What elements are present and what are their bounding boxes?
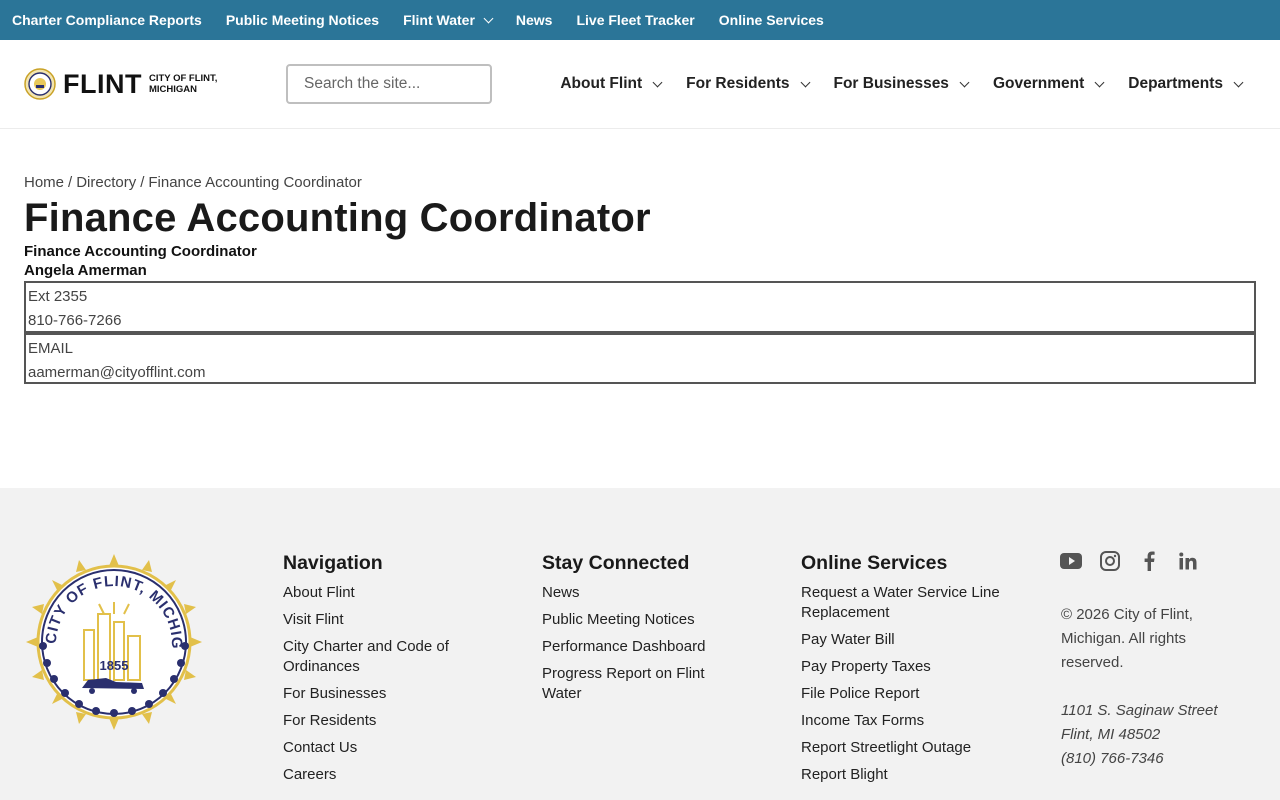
logo-subtitle-line1: CITY OF FLINT, xyxy=(148,73,218,84)
chevron-down-icon xyxy=(652,77,663,87)
address-city: Flint, MI 48502 xyxy=(1061,726,1161,743)
footer-link[interactable]: News xyxy=(542,583,742,603)
breadcrumb: Home / Directory / Finance Accounting Coordi… xyxy=(24,174,362,191)
footer-link[interactable]: Visit Flint xyxy=(283,610,483,630)
email-box: EMAIL aamerman@cityofflint.com xyxy=(24,333,1256,384)
breadcrumb-current: Finance Accounting Coordinator xyxy=(148,174,362,191)
address-street: 1101 S. Saginaw Street xyxy=(1061,702,1218,719)
topbar-link-news[interactable]: News xyxy=(516,12,553,28)
footer-link[interactable]: Pay Property Taxes xyxy=(801,657,1001,677)
nav-for-residents-label: For Residents xyxy=(686,75,790,92)
phone-extension: Ext 2355 xyxy=(28,288,88,305)
phone-number-link[interactable]: 810-766-7266 xyxy=(28,309,1254,333)
city-seal-logo: CITY OF FLINT, MICHIGAN 1855 xyxy=(24,552,202,730)
nav-about-flint[interactable]: About Flint xyxy=(560,75,663,93)
footer-link[interactable]: Income Tax Forms xyxy=(801,711,1001,731)
breadcrumb-directory[interactable]: Directory xyxy=(76,174,136,191)
footer-link[interactable]: Public Meeting Notices xyxy=(542,610,742,630)
chevron-down-icon xyxy=(483,13,494,23)
seal-year: 1855 xyxy=(100,658,129,673)
nav-departments[interactable]: Departments xyxy=(1128,75,1244,93)
nav-for-residents[interactable]: For Residents xyxy=(686,75,810,93)
footer-link[interactable]: Contact Us xyxy=(283,738,483,758)
linkedin-icon[interactable] xyxy=(1177,550,1199,572)
breadcrumb-separator: / xyxy=(140,174,145,191)
city-address: 1101 S. Saginaw Street Flint, MI 48502 (… xyxy=(1061,699,1261,771)
footer-link[interactable]: For Residents xyxy=(283,711,483,731)
footer-link[interactable]: Request a Water Service Line Replacement xyxy=(801,583,1001,623)
nav-government[interactable]: Government xyxy=(992,75,1105,93)
chevron-down-icon xyxy=(959,77,970,87)
city-seal-icon xyxy=(24,68,56,100)
chevron-down-icon xyxy=(1094,77,1105,87)
footer-link[interactable]: Careers xyxy=(283,765,483,785)
footer-online-services-heading: Online Services xyxy=(801,552,948,574)
footer-link[interactable]: City Charter and Code of Ordinances xyxy=(283,637,483,677)
position-title: Finance Accounting Coordinator xyxy=(24,243,257,260)
footer-stay-connected-heading: Stay Connected xyxy=(542,552,690,574)
footer-link[interactable]: File Police Report xyxy=(801,684,1001,704)
topbar-link-public-meeting[interactable]: Public Meeting Notices xyxy=(226,12,379,28)
chevron-down-icon xyxy=(1233,77,1244,87)
page-title: Finance Accounting Coordinator xyxy=(24,196,651,240)
topbar-flint-water-label: Flint Water xyxy=(403,12,475,28)
instagram-icon[interactable] xyxy=(1099,550,1121,572)
logo-subtitle-line2: MICHIGAN xyxy=(148,84,198,95)
copyright-text: © 2026 City of Flint, Michigan. All righ… xyxy=(1061,606,1193,671)
nav-for-businesses[interactable]: For Businesses xyxy=(833,75,970,93)
phone-box: Ext 2355 810-766-7266 xyxy=(24,281,1256,333)
utility-bar: Charter Compliance Reports Public Meetin… xyxy=(0,0,1280,40)
logo-wordmark: FLINT xyxy=(63,68,142,99)
footer-link[interactable]: Progress Report on Flint Water xyxy=(542,664,742,704)
nav-departments-label: Departments xyxy=(1128,75,1223,92)
youtube-icon[interactable] xyxy=(1060,550,1082,572)
logo-subtitle: CITY OF FLINT, MICHIGAN xyxy=(149,73,217,95)
site-logo[interactable]: FLINT CITY OF FLINT, MICHIGAN xyxy=(24,68,217,100)
nav-government-label: Government xyxy=(992,75,1085,92)
footer-navigation: Navigation About Flint Visit Flint City … xyxy=(283,552,483,792)
person-name: Angela Amerman xyxy=(24,262,147,279)
footer-link[interactable]: Performance Dashboard xyxy=(542,637,742,657)
facebook-icon[interactable] xyxy=(1138,550,1160,572)
email-label: EMAIL xyxy=(28,340,74,357)
footer-online-services: Online Services Request a Water Service … xyxy=(801,552,1001,792)
footer-link[interactable]: Report Streetlight Outage xyxy=(801,738,1001,758)
footer-link[interactable]: For Businesses xyxy=(283,684,483,704)
footer-link[interactable]: About Flint xyxy=(283,583,483,603)
footer-link[interactable]: Report Blight xyxy=(801,765,1001,785)
search-input[interactable] xyxy=(286,64,492,104)
nav-for-businesses-label: For Businesses xyxy=(833,75,949,92)
nav-about-flint-label: About Flint xyxy=(560,75,643,92)
breadcrumb-separator: / xyxy=(68,174,73,191)
email-link[interactable]: aamerman@cityofflint.com xyxy=(28,361,1254,385)
topbar-link-fleet-tracker[interactable]: Live Fleet Tracker xyxy=(576,12,694,28)
topbar-link-flint-water[interactable]: Flint Water xyxy=(403,12,494,28)
breadcrumb-home[interactable]: Home xyxy=(24,174,64,191)
footer-stay-connected: Stay Connected News Public Meeting Notic… xyxy=(542,552,742,711)
site-header: FLINT CITY OF FLINT,MICHIGAN About Flint… xyxy=(0,40,1280,129)
social-links xyxy=(1060,550,1216,572)
footer-navigation-heading: Navigation xyxy=(283,552,383,574)
main-nav: About Flint For Residents For Businesses… xyxy=(535,75,1244,93)
chevron-down-icon xyxy=(800,77,810,87)
topbar-link-online-services[interactable]: Online Services xyxy=(719,12,824,28)
footer-link[interactable]: Pay Water Bill xyxy=(801,630,1001,650)
topbar-link-charter-compliance[interactable]: Charter Compliance Reports xyxy=(12,12,202,28)
address-phone-link[interactable]: (810) 766-7346 xyxy=(1061,747,1261,771)
